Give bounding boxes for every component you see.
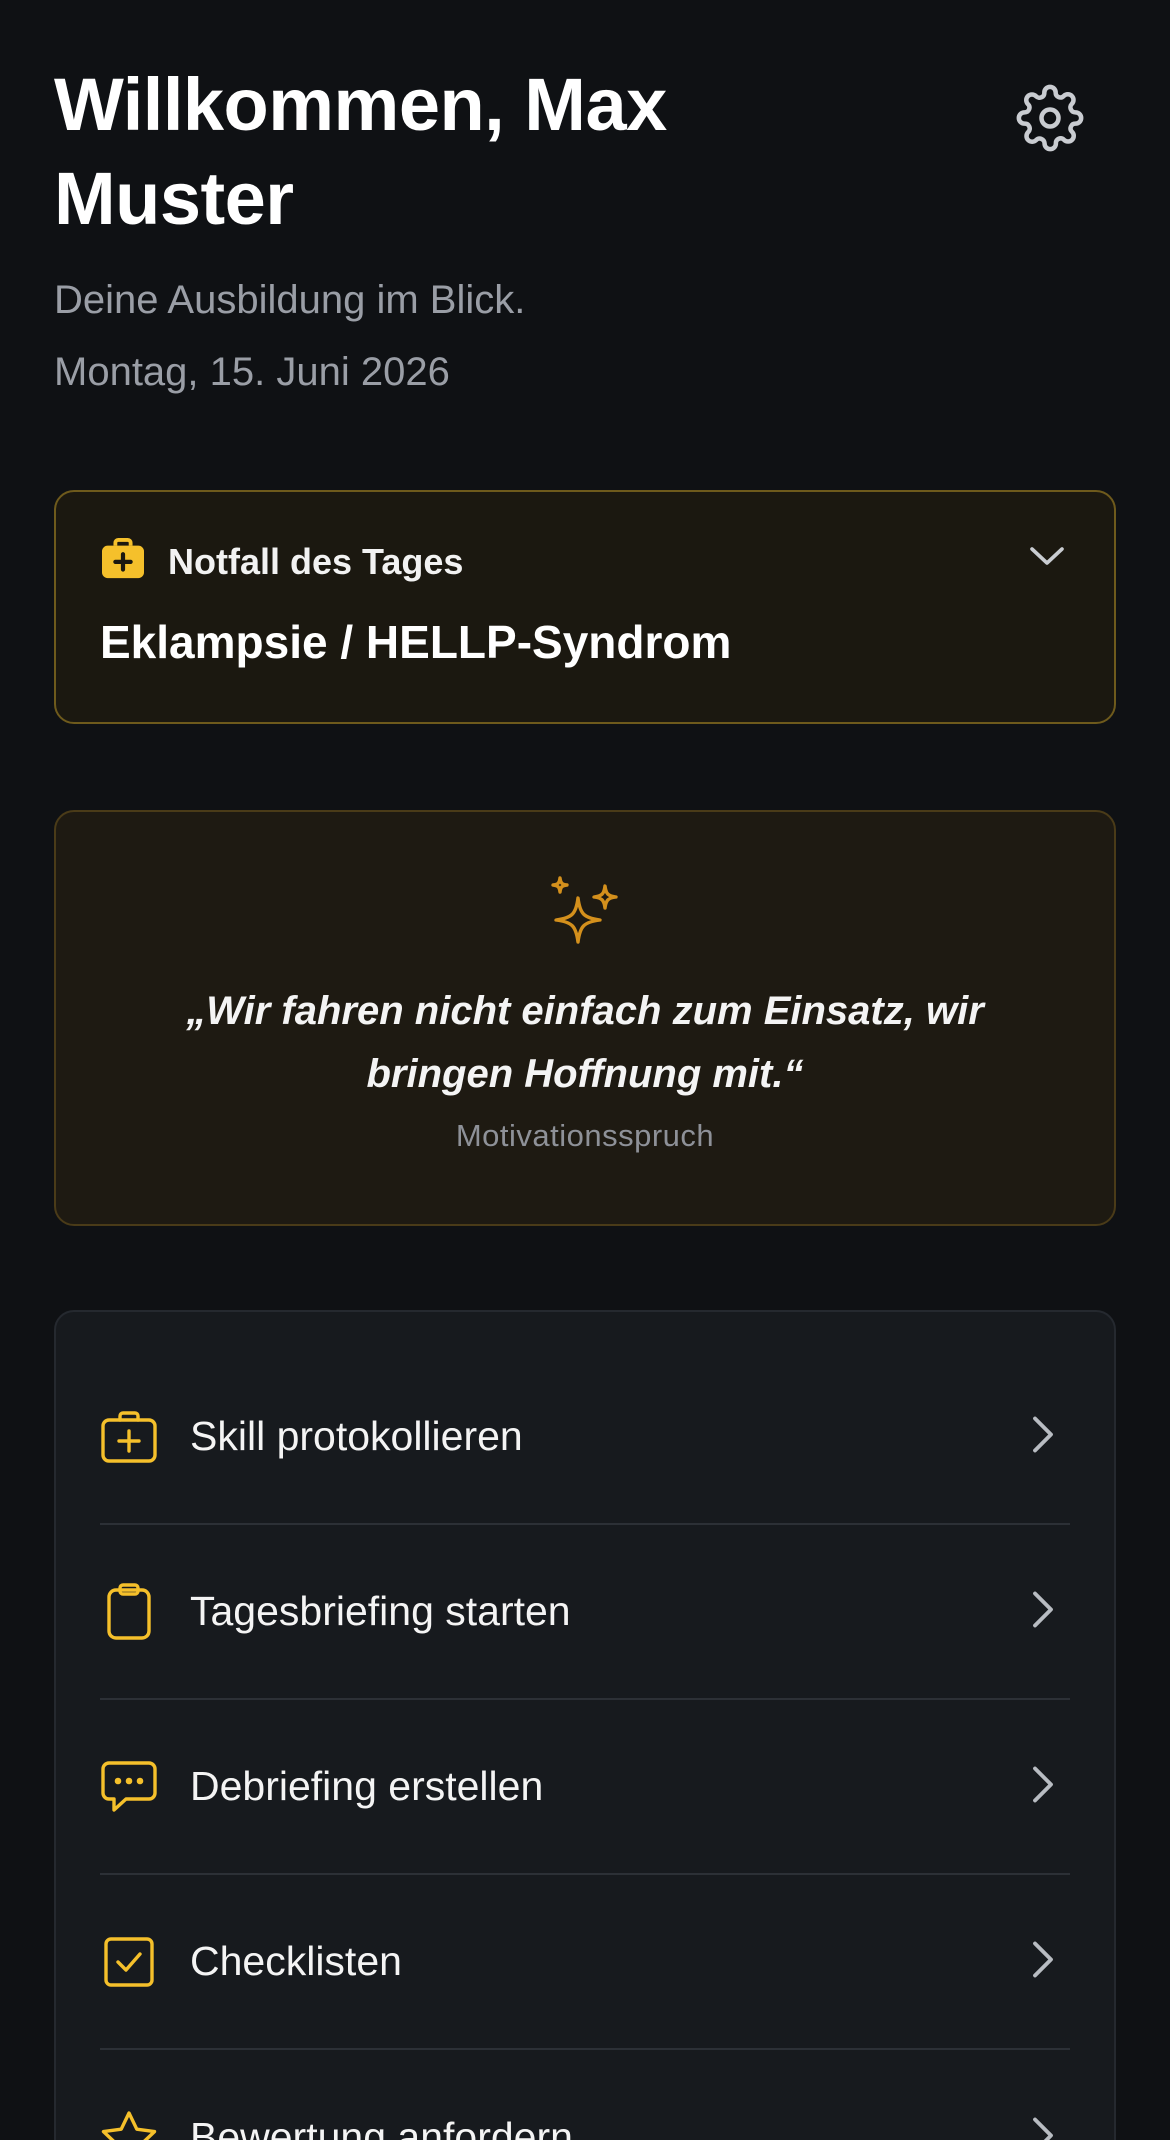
- checkbox-icon: [100, 1933, 158, 1991]
- dashboard-page: Willkommen, Max Muster Deine Ausbildung …: [0, 0, 1170, 2140]
- sparkles-icon: [548, 876, 622, 957]
- page-subtitle: Deine Ausbildung im Blick.: [54, 278, 526, 322]
- action-label: Tagesbriefing starten: [190, 1588, 571, 1634]
- settings-button[interactable]: [1012, 82, 1088, 158]
- daily-briefing-action[interactable]: Tagesbriefing starten: [100, 1525, 1070, 1700]
- chevron-right-icon: [1030, 1589, 1056, 1634]
- quote-text: „Wir fahren nicht einfach zum Einsatz, w…: [186, 989, 984, 1096]
- medical-kit-icon: [100, 538, 146, 585]
- star-icon: [100, 2109, 158, 2140]
- emergency-card-title: Eklampsie / HELLP-Syndrom: [100, 616, 732, 668]
- emergency-card-header: Notfall des Tages: [100, 492, 1070, 585]
- gear-icon: [1016, 84, 1084, 157]
- quick-actions-list: Skill protokollieren Tagesbriefing start…: [54, 1310, 1116, 2140]
- chevron-right-icon: [1030, 2115, 1056, 2140]
- current-date: Montag, 15. Juni 2026: [54, 350, 450, 394]
- clipboard-icon: [100, 1582, 158, 1641]
- quote-caption: Motivationsspruch: [455, 1118, 715, 1153]
- checklists-action[interactable]: Checklisten: [100, 1875, 1070, 2050]
- emergency-of-the-day-card[interactable]: Notfall des Tages Eklampsie / HELLP-Synd…: [54, 490, 1116, 724]
- request-rating-action[interactable]: Bewertung anfordern: [100, 2050, 1070, 2140]
- chat-bubble-icon: [100, 1758, 158, 1816]
- chevron-right-icon: [1030, 1939, 1056, 1984]
- action-label: Checklisten: [190, 1938, 402, 1984]
- skill-log-action[interactable]: Skill protokollieren: [100, 1350, 1070, 1525]
- chevron-down-icon[interactable]: [1028, 544, 1066, 573]
- chevron-right-icon: [1030, 1414, 1056, 1459]
- chevron-right-icon: [1030, 1764, 1056, 1809]
- page-title: Willkommen, Max Muster: [54, 63, 667, 240]
- header: Willkommen, Max Muster Deine Ausbildung …: [54, 0, 1116, 398]
- emergency-card-label: Notfall des Tages: [168, 540, 464, 582]
- debriefing-action[interactable]: Debriefing erstellen: [100, 1700, 1070, 1875]
- medical-bag-plus-icon: [100, 1408, 158, 1466]
- motivation-quote-card: „Wir fahren nicht einfach zum Einsatz, w…: [54, 810, 1116, 1226]
- action-label: Skill protokollieren: [190, 1413, 523, 1459]
- action-label: Bewertung anfordern: [190, 2114, 573, 2140]
- action-label: Debriefing erstellen: [190, 1763, 544, 1809]
